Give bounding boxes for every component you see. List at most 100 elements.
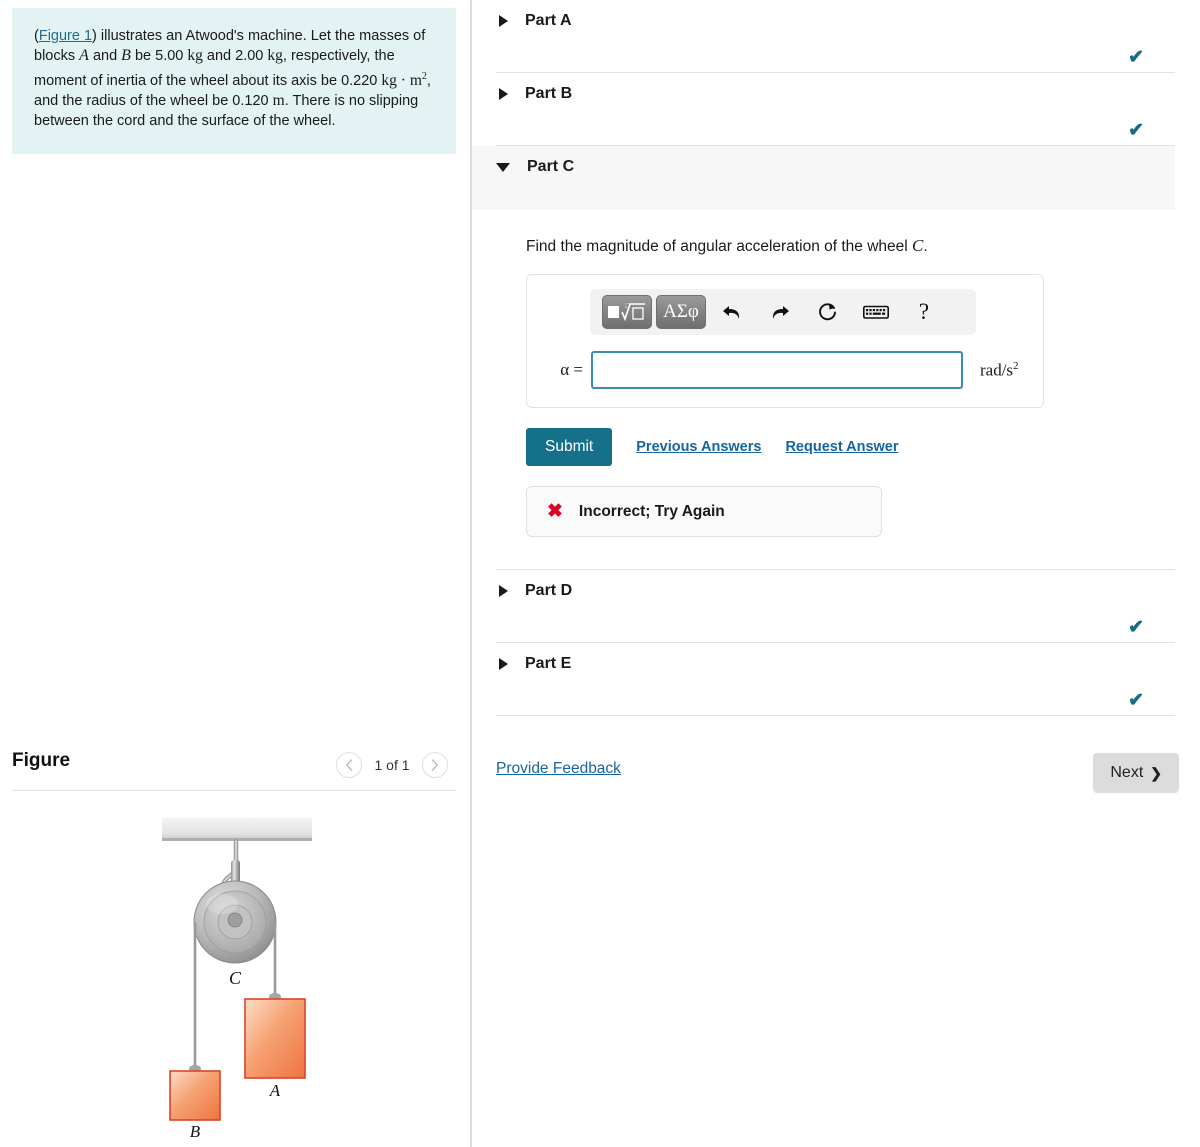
- part-status-check-a: ✔: [1128, 47, 1144, 68]
- part-header-c[interactable]: Part C: [472, 146, 1175, 188]
- answer-units: rad/s2: [980, 360, 1019, 381]
- part-body-a: [472, 42, 1175, 72]
- part-c-bottom-spacer: [472, 537, 1175, 569]
- answer-input-row: α = rad/s2: [543, 351, 1027, 389]
- part-label-d: Part D: [525, 582, 573, 599]
- incorrect-x-icon: ✖: [547, 501, 563, 522]
- figure-header: Figure 1 of 1: [12, 748, 456, 790]
- atwood-machine-figure: C A B: [12, 800, 456, 1141]
- part-header-b[interactable]: Part B: [472, 73, 1175, 115]
- block-a: [244, 993, 306, 1079]
- part-header-d[interactable]: Part D: [472, 570, 1175, 612]
- redo-arrow-icon: [772, 306, 789, 319]
- block-b-symbol: B: [121, 47, 131, 65]
- keyboard-button[interactable]: [854, 295, 898, 329]
- greek-symbols-button[interactable]: ΑΣφ: [656, 295, 706, 329]
- problem-statement: (Figure 1) illustrates an Atwood's machi…: [12, 8, 456, 154]
- footer-row: Provide Feedback Next ❯: [472, 753, 1200, 810]
- answer-entry-box: □ ΑΣφ ? α = rad/s2: [526, 274, 1044, 408]
- unit-kg-a: kg: [187, 47, 203, 65]
- math-toolbar: □ ΑΣφ ?: [590, 289, 976, 335]
- feedback-message-text: Incorrect; Try Again: [578, 502, 725, 520]
- part-body-b: [472, 115, 1175, 145]
- figure-panel: (Figure 1) illustrates an Atwood's machi…: [0, 0, 470, 1147]
- figure-prev-button[interactable]: [336, 752, 362, 778]
- part-row-c: Part C Find the magnitude of angular acc…: [472, 146, 1175, 570]
- radical-template-icon: □: [608, 302, 645, 322]
- atwood-machine-svg: C A B: [162, 818, 312, 1141]
- caret-down-icon-c[interactable]: [496, 162, 510, 172]
- help-button[interactable]: ?: [902, 295, 946, 329]
- chevron-left-icon: [345, 759, 353, 771]
- reset-button[interactable]: [806, 295, 850, 329]
- problem-text-3: be 5.00: [130, 48, 188, 65]
- provide-feedback-link[interactable]: Provide Feedback: [496, 760, 621, 777]
- caret-right-icon-b[interactable]: [499, 88, 508, 100]
- question-text: Find the magnitude of angular accelerati…: [526, 238, 913, 255]
- block-b-label: B: [190, 1122, 201, 1140]
- next-button-label: Next: [1110, 764, 1144, 781]
- unit-kg-m2: kg · m: [381, 71, 422, 89]
- part-status-check-d: ✔: [1128, 617, 1144, 638]
- caret-right-icon-d[interactable]: [499, 585, 508, 597]
- template-radical-button[interactable]: □: [602, 295, 652, 329]
- figure-page-label: 1 of 1: [374, 757, 410, 773]
- part-body-d: [472, 612, 1175, 642]
- unit-kg-b: kg: [267, 47, 283, 65]
- unit-m: m: [272, 92, 285, 110]
- part-row-b: Part B ✔: [472, 73, 1175, 146]
- question-period: .: [923, 238, 928, 255]
- question-wheel-symbol: C: [912, 236, 924, 255]
- answer-units-exponent: 2: [1013, 359, 1019, 372]
- previous-answers-link[interactable]: Previous Answers: [636, 439, 761, 455]
- part-status-check-b: ✔: [1128, 120, 1144, 141]
- part-separator-e: [496, 715, 1175, 716]
- chevron-right-icon-next: ❯: [1150, 764, 1162, 781]
- part-status-check-e: ✔: [1128, 690, 1144, 711]
- part-row-d: Part D ✔: [472, 570, 1175, 643]
- block-b: [169, 1065, 221, 1121]
- part-row-e: Part E ✔: [472, 643, 1175, 716]
- figure-header-divider: [12, 790, 456, 791]
- chevron-right-icon: [431, 759, 439, 771]
- figure-next-button[interactable]: [422, 752, 448, 778]
- feedback-message-box: ✖ Incorrect; Try Again: [526, 486, 882, 537]
- figure-pager: 1 of 1: [336, 752, 448, 778]
- undo-arrow-icon: [723, 306, 740, 319]
- part-body-e: [472, 685, 1175, 715]
- problem-text-4: and 2.00: [202, 48, 268, 65]
- block-a-label: A: [269, 1081, 281, 1100]
- answer-variable-label: α =: [560, 360, 583, 379]
- answer-input[interactable]: [591, 351, 963, 389]
- request-answer-link[interactable]: Request Answer: [785, 439, 898, 455]
- greek-key-label: ΑΣφ: [663, 301, 699, 322]
- problem-text-2: and: [88, 48, 122, 65]
- part-header-a[interactable]: Part A: [472, 0, 1175, 42]
- part-row-a: Part A ✔: [472, 0, 1175, 73]
- pulley-wheel: [193, 880, 277, 964]
- part-c-question: Find the magnitude of angular accelerati…: [526, 236, 1175, 256]
- part-label-b: Part B: [525, 85, 573, 102]
- caret-right-icon-e[interactable]: [499, 658, 508, 670]
- figure-title: Figure: [12, 750, 71, 771]
- redo-button[interactable]: [758, 295, 802, 329]
- caret-right-icon-a[interactable]: [499, 15, 508, 27]
- part-c-body: Find the magnitude of angular accelerati…: [472, 210, 1175, 537]
- part-label-c: Part C: [527, 158, 575, 175]
- next-button[interactable]: Next ❯: [1093, 753, 1179, 793]
- part-label-e: Part E: [525, 655, 572, 672]
- submit-row: Submit Previous Answers Request Answer: [526, 428, 1175, 466]
- figure-1-link[interactable]: Figure 1: [39, 28, 92, 44]
- wheel-label-c: C: [229, 968, 242, 988]
- ceiling-support: [162, 818, 312, 841]
- block-a-symbol: A: [79, 47, 89, 65]
- submit-button[interactable]: Submit: [526, 428, 613, 466]
- part-c-header-band: Part C: [472, 146, 1175, 210]
- part-label-a: Part A: [525, 12, 572, 29]
- help-question-mark-icon: ?: [918, 299, 930, 324]
- undo-button[interactable]: [710, 295, 754, 329]
- reset-circular-arrow-icon: [819, 303, 836, 321]
- keyboard-icon: [863, 305, 889, 319]
- part-header-e[interactable]: Part E: [472, 643, 1175, 685]
- answer-units-main: rad/s: [980, 360, 1014, 380]
